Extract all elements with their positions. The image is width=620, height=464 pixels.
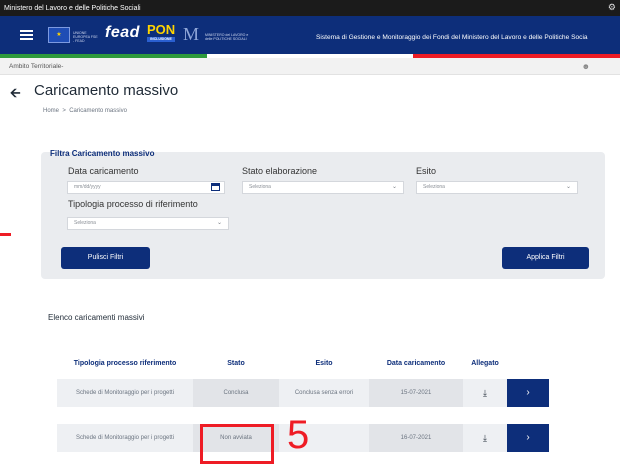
user-icon[interactable]: ☻ (582, 58, 590, 75)
chevron-down-icon: ⌄ (391, 184, 397, 190)
calendar-icon[interactable] (211, 183, 220, 191)
stato-elaborazione-value: Seleziona (249, 184, 271, 190)
system-title: Sistema di Gestione e Monitoraggio dei F… (316, 34, 588, 41)
cell-tipologia: Schede di Monitoraggio per i progetti (75, 390, 175, 396)
header-esito: Esito (315, 360, 333, 367)
breadcrumb-separator: > (62, 108, 66, 114)
data-caricamento-placeholder: mm/dd/yyyy (74, 184, 101, 190)
breadcrumb-home[interactable]: Home (43, 108, 59, 114)
ambito-label: Ambito Territoriale- (9, 63, 64, 70)
open-row-button[interactable]: › (507, 424, 549, 452)
tipologia-select[interactable]: Seleziona ⌄ (67, 217, 229, 230)
open-row-button[interactable]: › (507, 379, 549, 407)
breadcrumb-current: Caricamento massivo (69, 108, 127, 114)
fead-logo: fead (105, 24, 140, 41)
applica-filtri-button[interactable]: Applica Filtri (502, 247, 589, 269)
header-stato: Stato (227, 360, 245, 367)
pulisci-filtri-button[interactable]: Pulisci Filtri (61, 247, 150, 269)
tipologia-value: Seleziona (74, 220, 96, 226)
download-icon[interactable]: ⤓ (463, 424, 507, 452)
download-icon[interactable]: ⤓ (463, 379, 507, 407)
ministry-logo-text: MINISTERO del LAVORO e delle POLITICHE S… (205, 33, 249, 41)
cell-data: 15-07-2021 (369, 379, 463, 407)
esito-select[interactable]: Seleziona ⌄ (416, 181, 578, 194)
annotation-marker (0, 233, 11, 236)
annotation-number: 5 (287, 413, 310, 457)
pon-logo: PON INCLUSIONE (147, 23, 175, 43)
breadcrumb: Home > Caricamento massivo (43, 108, 127, 114)
header-data-caricamento: Data caricamento (386, 360, 446, 367)
annotation-highlight-box (200, 424, 274, 464)
header-tipologia: Tipologia processo riferimento (73, 360, 177, 367)
chevron-right-icon: › (526, 387, 530, 398)
back-arrow-icon[interactable]: 🡨 (10, 84, 21, 106)
pon-logo-sub: INCLUSIONE (147, 37, 175, 42)
stato-elaborazione-label: Stato elaborazione (242, 166, 318, 176)
tipologia-label: Tipologia processo di riferimento (68, 199, 198, 209)
page-title: Caricamento massivo (34, 82, 179, 99)
ministry-logo-icon: M (183, 24, 200, 44)
esito-value: Seleziona (423, 184, 445, 190)
cell-stato: Conclusa (193, 379, 279, 407)
pon-logo-text: PON (147, 22, 176, 37)
filter-legend: Filtra Caricamento massivo (50, 149, 155, 158)
top-bar: Ministero del Lavoro e delle Politiche S… (0, 0, 620, 16)
header-allegato: Allegato (471, 360, 499, 367)
hamburger-menu-icon[interactable] (20, 30, 33, 40)
chevron-down-icon: ⌄ (216, 220, 222, 226)
gear-icon[interactable]: ⚙ (608, 2, 616, 13)
data-caricamento-input[interactable]: mm/dd/yyyy (67, 181, 225, 194)
chevron-down-icon: ⌄ (565, 184, 571, 190)
data-caricamento-label: Data caricamento (68, 166, 139, 176)
stato-elaborazione-select[interactable]: Seleziona ⌄ (242, 181, 404, 194)
chevron-right-icon: › (526, 432, 530, 443)
ambito-bar: Ambito Territoriale- ☻ (0, 58, 620, 75)
eu-logo-text: UNIONE EUROPEA FSE - FEAD (73, 31, 98, 43)
esito-label: Esito (416, 166, 437, 176)
cell-esito: Conclusa senza errori (294, 390, 354, 396)
eu-flag-icon: ★ (48, 27, 70, 43)
ministry-label: Ministero del Lavoro e delle Politiche S… (4, 4, 141, 12)
cell-tipologia: Schede di Monitoraggio per i progetti (75, 435, 175, 441)
list-title: Elenco caricamenti massivi (48, 313, 145, 322)
cell-data: 16-07-2021 (369, 424, 463, 452)
